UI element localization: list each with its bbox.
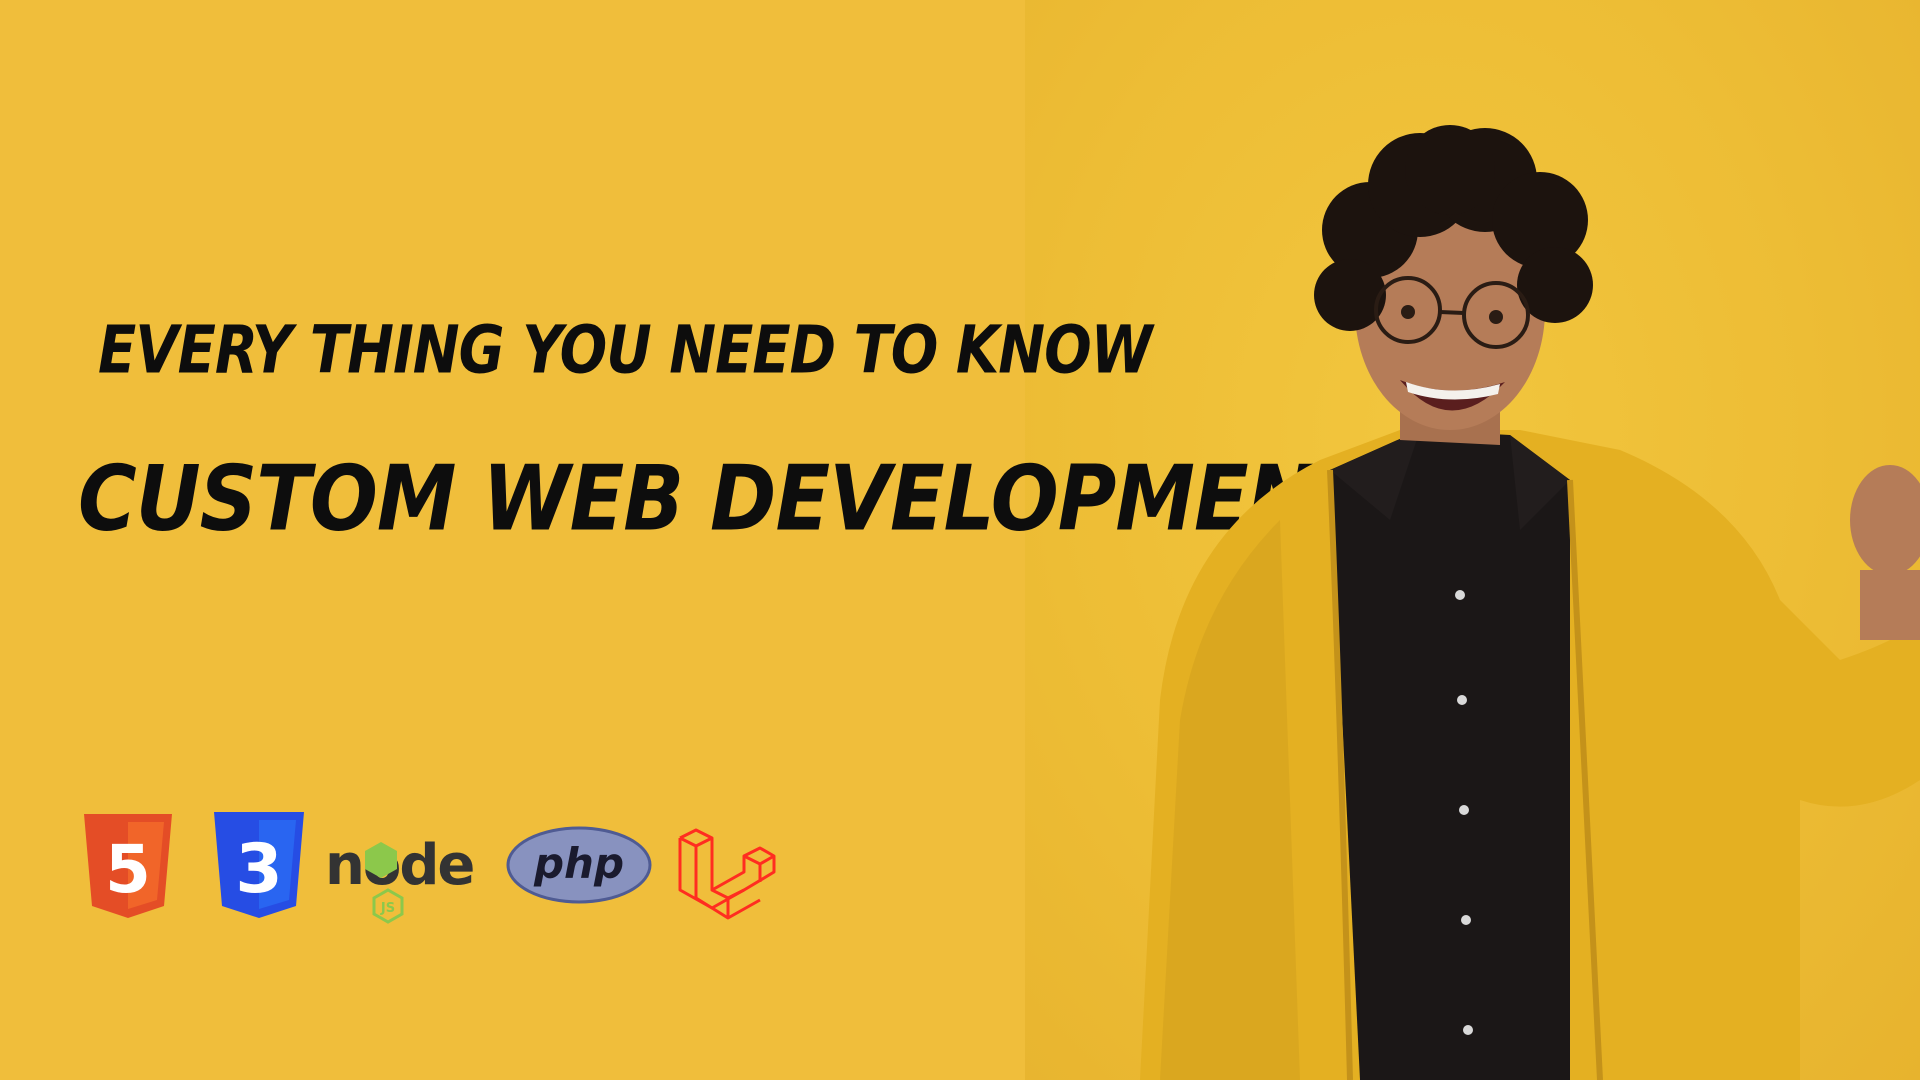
svg-text:5: 5 bbox=[105, 831, 151, 908]
svg-text:php: php bbox=[533, 839, 624, 888]
headline-kicker: EVERY THING YOU NEED TO KNOW bbox=[98, 312, 1153, 389]
banner: EVERY THING YOU NEED TO KNOW CUSTOM WEB … bbox=[0, 0, 1920, 1080]
html5-logo: 5 bbox=[84, 814, 172, 918]
css3-logo: 3 bbox=[214, 812, 304, 918]
nodejs-logo: node JS bbox=[325, 833, 475, 924]
svg-text:JS: JS bbox=[380, 901, 395, 916]
person-photo bbox=[1140, 125, 1920, 1080]
svg-text:node: node bbox=[325, 833, 473, 898]
php-logo: php bbox=[506, 826, 652, 904]
svg-text:3: 3 bbox=[235, 830, 282, 909]
laravel-logo bbox=[678, 828, 776, 920]
